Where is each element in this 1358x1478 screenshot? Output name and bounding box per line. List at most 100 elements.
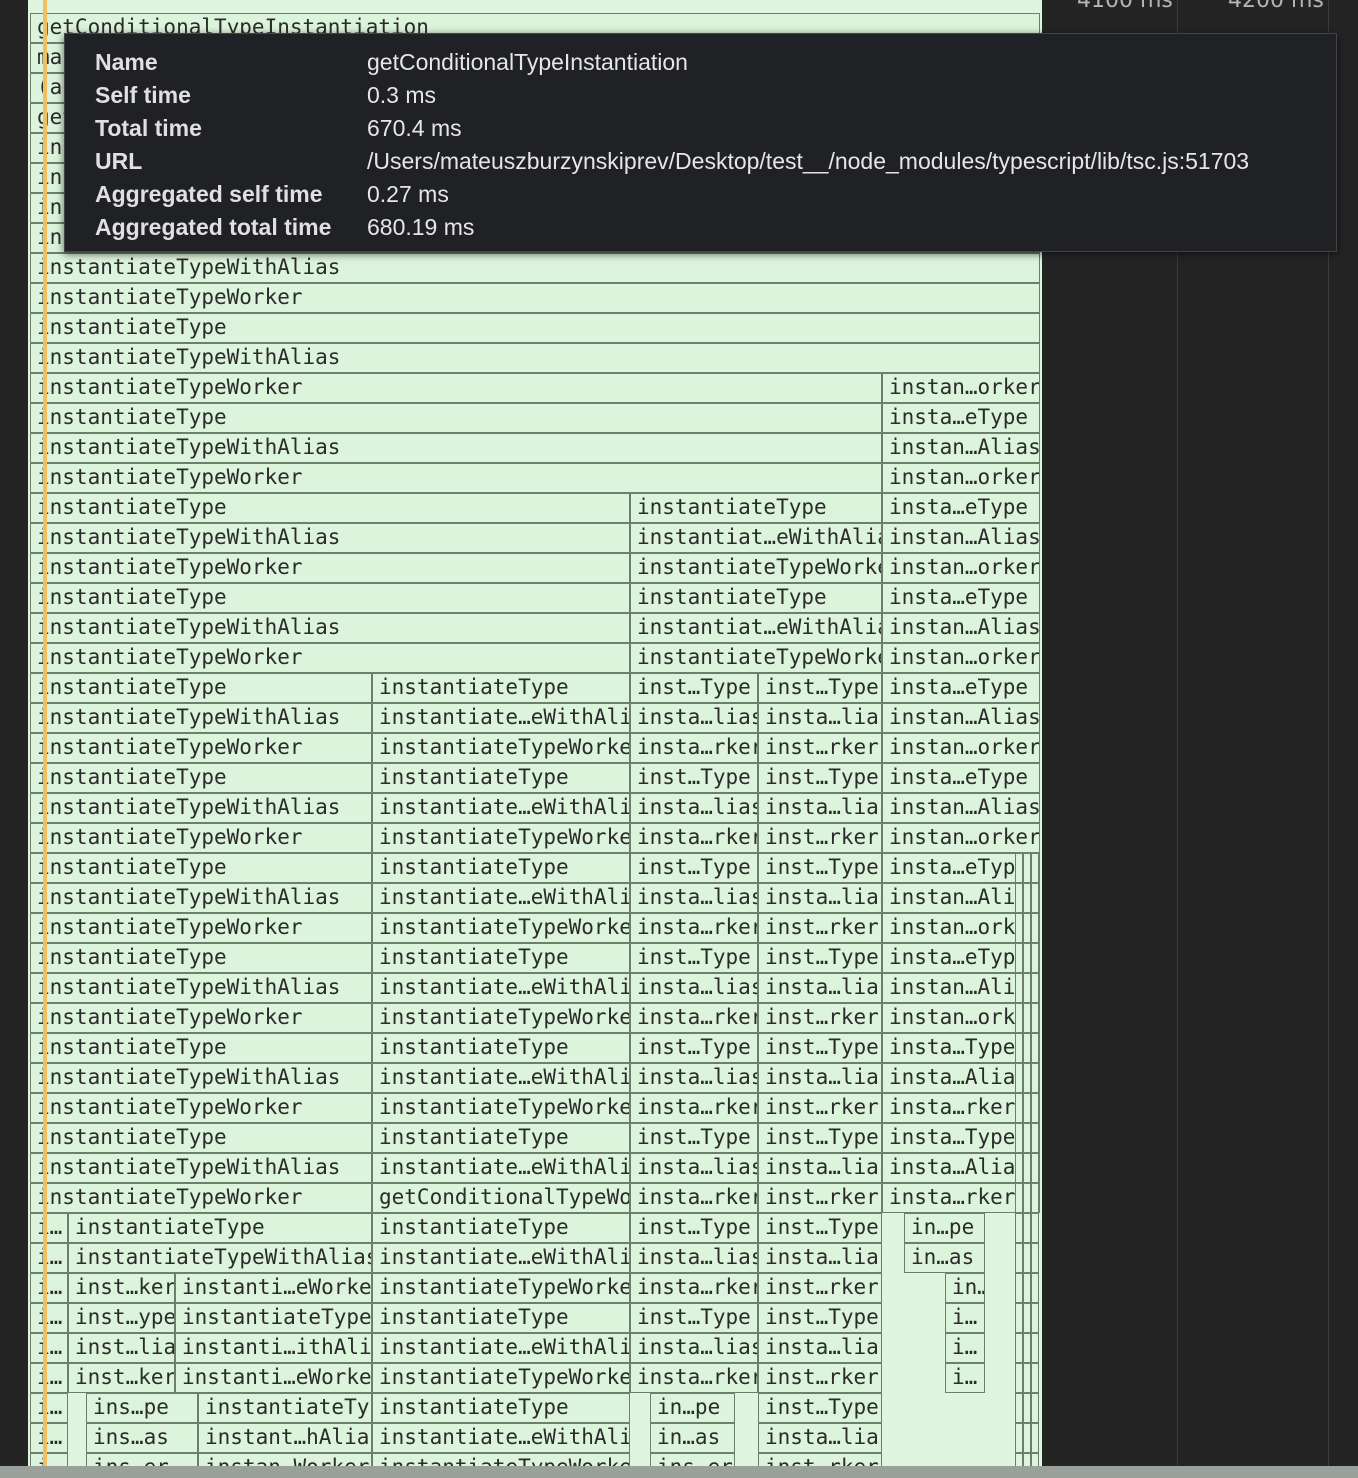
flame-frame[interactable]: insta…lias — [630, 793, 758, 823]
flame-frame[interactable]: instan…orker — [882, 823, 1040, 853]
flame-frame[interactable]: i… — [30, 1423, 68, 1453]
flame-frame-sliver[interactable] — [1015, 853, 1023, 883]
flame-frame[interactable]: instantiateTypeWorker — [372, 1273, 630, 1303]
flame-frame-sliver[interactable] — [1023, 1243, 1031, 1273]
flame-frame[interactable]: instantiat…eWithAlias — [630, 523, 882, 553]
flame-frame[interactable]: inst…Type — [758, 1123, 882, 1153]
flame-frame[interactable]: instantiate…eWithAlias — [372, 1063, 630, 1093]
flame-frame-sliver[interactable] — [1031, 853, 1039, 883]
flame-frame[interactable]: getConditionalTypeWorker — [372, 1183, 630, 1213]
flame-frame[interactable]: inst…Type — [758, 1303, 882, 1333]
flame-frame[interactable]: instantiateType — [30, 943, 372, 973]
flame-frame[interactable]: instantiateType — [68, 1213, 372, 1243]
flame-frame[interactable]: instan…Alias — [882, 433, 1040, 463]
flame-frame[interactable]: instan…Alias — [882, 523, 1040, 553]
flame-frame-sliver[interactable] — [1031, 1273, 1039, 1303]
flame-frame[interactable]: inst…Type — [758, 763, 882, 793]
flame-frame[interactable]: inst…rker — [758, 1273, 882, 1303]
flame-frame[interactable]: instantiateTypeWorker — [372, 733, 630, 763]
flame-frame[interactable]: insta…lias — [630, 1333, 758, 1363]
flame-frame-sliver[interactable] — [1023, 1183, 1031, 1213]
flame-frame[interactable]: instan…orker — [882, 733, 1040, 763]
flame-frame[interactable]: in…er — [945, 1273, 985, 1303]
flame-frame[interactable]: insta…rker — [630, 913, 758, 943]
flame-frame[interactable]: insta…lias — [758, 1333, 882, 1363]
flame-frame-sliver[interactable] — [1015, 1273, 1023, 1303]
flame-frame[interactable]: instantiate…eWithAlias — [372, 1423, 630, 1453]
flame-frame-sliver[interactable] — [1015, 1303, 1023, 1333]
flame-frame[interactable]: instantiateTypeWorker — [30, 463, 882, 493]
flame-frame[interactable]: instan…orker — [882, 463, 1040, 493]
flame-frame[interactable]: insta…lias — [630, 883, 758, 913]
flame-frame[interactable]: in…as — [650, 1423, 735, 1453]
flame-frame[interactable]: inst…Type — [630, 1123, 758, 1153]
flame-frame[interactable]: inst…rker — [758, 1183, 882, 1213]
flame-frame-sliver[interactable] — [1031, 1153, 1039, 1183]
flame-frame[interactable]: inst…Type — [758, 1393, 882, 1423]
flame-frame[interactable]: inst…Type — [630, 763, 758, 793]
flame-frame-sliver[interactable] — [1015, 1423, 1023, 1453]
flame-frame[interactable]: instantiateType — [630, 493, 882, 523]
flame-frame[interactable]: insta…lias — [758, 1063, 882, 1093]
flame-frame[interactable]: instantiateTypeWorker — [30, 643, 630, 673]
flame-frame-sliver[interactable] — [1015, 943, 1023, 973]
flame-frame[interactable]: in…pe — [650, 1393, 735, 1423]
flame-frame-sliver[interactable] — [1023, 913, 1031, 943]
flame-frame[interactable]: instantiateTypeWorker — [30, 1003, 372, 1033]
flame-frame[interactable]: inst…lias — [68, 1333, 175, 1363]
flame-frame[interactable]: instantiateTypeWorker — [30, 1183, 372, 1213]
flame-frame[interactable]: inst…Type — [758, 853, 882, 883]
flame-frame[interactable]: inst…Type — [758, 943, 882, 973]
flame-frame[interactable]: instantiateTypeWithAlias — [30, 343, 1040, 373]
flame-frame-sliver[interactable] — [1031, 1363, 1039, 1393]
flame-frame-sliver[interactable] — [1023, 1063, 1031, 1093]
flame-frame[interactable]: instantiateType — [372, 1033, 630, 1063]
flame-frame[interactable]: i… — [30, 1303, 68, 1333]
flame-frame[interactable]: instant…hAlias — [198, 1423, 372, 1453]
flame-frame[interactable]: instan…orker — [882, 643, 1040, 673]
flame-frame-sliver[interactable] — [1015, 913, 1023, 943]
flame-frame[interactable]: i… — [30, 1333, 68, 1363]
flame-frame[interactable]: in…as — [904, 1243, 985, 1273]
flame-frame[interactable]: insta…lias — [758, 703, 882, 733]
flame-frame[interactable]: instan…orker — [882, 373, 1040, 403]
flame-frame[interactable]: instantiateTypeWorker — [30, 1093, 372, 1123]
flame-frame-sliver[interactable] — [1031, 1213, 1039, 1243]
horizontal-scrollbar[interactable] — [0, 1466, 1358, 1478]
flame-frame[interactable]: insta…lias — [758, 883, 882, 913]
flame-frame[interactable]: inst…Type — [758, 673, 882, 703]
flame-frame-sliver[interactable] — [1023, 1303, 1031, 1333]
flame-frame[interactable]: insta…rker — [630, 733, 758, 763]
flame-frame[interactable]: instantiateType — [372, 763, 630, 793]
flame-frame[interactable]: instantiateType — [372, 1303, 630, 1333]
flame-frame-sliver[interactable] — [1031, 1033, 1039, 1063]
flame-frame[interactable]: insta…eType — [882, 403, 1040, 433]
flame-frame[interactable]: inst…Type — [630, 853, 758, 883]
flame-frame-sliver[interactable] — [1015, 1003, 1023, 1033]
flame-frame[interactable]: instanti…ithAlias — [175, 1333, 372, 1363]
flame-frame-sliver[interactable] — [1031, 1093, 1039, 1123]
flame-frame[interactable]: insta…rker — [630, 1363, 758, 1393]
flame-frame[interactable]: instantiateType — [30, 583, 630, 613]
flame-frame[interactable]: instantiateTypeWorker — [372, 1093, 630, 1123]
flame-frame[interactable]: i… — [30, 1213, 68, 1243]
flame-frame[interactable]: inst…ype — [68, 1303, 175, 1333]
flame-frame-sliver[interactable] — [1023, 1093, 1031, 1123]
flame-frame-sliver[interactable] — [1031, 1003, 1039, 1033]
flame-frame[interactable]: inst…rker — [758, 1093, 882, 1123]
flame-frame-sliver[interactable] — [1015, 1123, 1023, 1153]
flame-frame[interactable]: instantiateType — [372, 853, 630, 883]
flame-frame[interactable]: instantiate…eWithAlias — [372, 703, 630, 733]
flame-frame[interactable]: instantiateTypeWithAlias — [30, 613, 630, 643]
flame-frame[interactable]: inst…rker — [758, 913, 882, 943]
flame-frame[interactable]: i… — [945, 1333, 985, 1363]
flame-frame[interactable]: ins…pe — [86, 1393, 198, 1423]
flame-frame[interactable]: insta…eType — [882, 763, 1040, 793]
flame-frame-sliver[interactable] — [1031, 973, 1039, 1003]
flame-frame-sliver[interactable] — [1031, 913, 1039, 943]
flame-frame-sliver[interactable] — [1031, 1423, 1039, 1453]
flame-frame[interactable]: instantiate…eWithAlias — [372, 1243, 630, 1273]
flame-frame-sliver[interactable] — [1023, 1273, 1031, 1303]
flame-frame[interactable]: i… — [945, 1303, 985, 1333]
flame-frame[interactable]: instantiateType — [30, 1123, 372, 1153]
